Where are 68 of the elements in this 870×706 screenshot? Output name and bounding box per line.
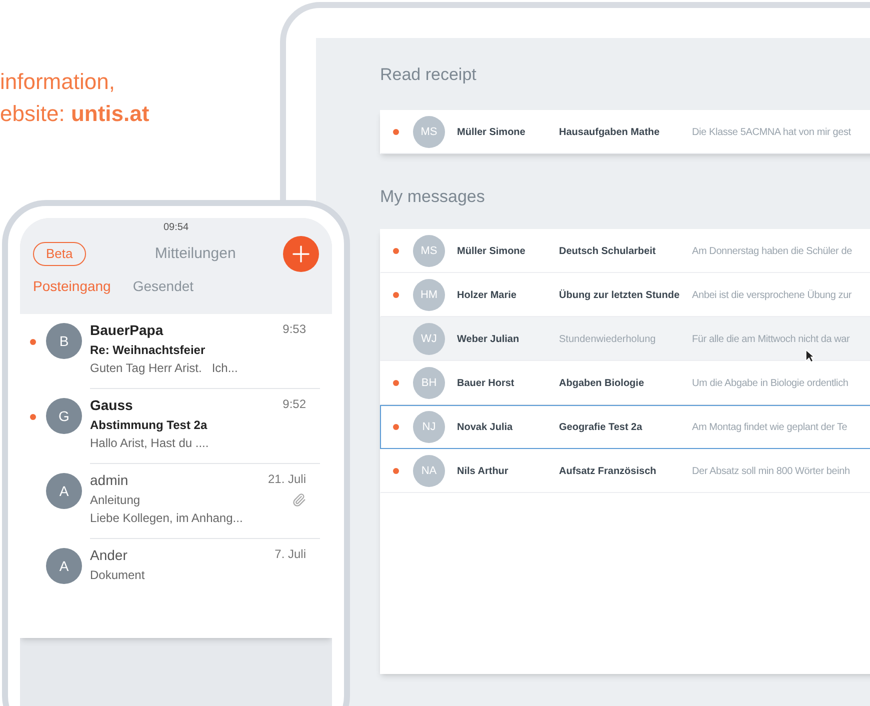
message-subject: Aufsatz Französisch	[559, 464, 658, 478]
screen-title: Mitteilungen	[154, 244, 236, 264]
section-heading: My messages	[380, 186, 486, 208]
mouse-cursor-icon	[805, 349, 815, 363]
message-row[interactable]: BH Bauer Horst Abgaben Biologie Um die Abgabe in Biologie ordentlich	[380, 361, 870, 405]
message-preview: Die Klasse 5ACMNA hat von mir gest	[692, 126, 851, 140]
message-time: 9:52	[282, 396, 306, 413]
avatar: MS	[413, 235, 445, 267]
message-subject: Hausaufgaben Mathe	[559, 126, 661, 140]
message-subject: Abgaben Biologie	[559, 376, 645, 390]
sender-name: Novak Julia	[457, 420, 514, 434]
sender-name: Bauer Horst	[457, 376, 516, 390]
message-item[interactable]: B BauerPapa 9:53 Re: Weihnachtsfeier Guten Tag Herr Arist. Ich...	[20, 314, 332, 389]
message-preview: Hallo Arist, Hast du ....	[90, 435, 210, 452]
message-time: 9:53	[282, 321, 306, 338]
message-subject: Re: Weihnachtsfeier	[90, 342, 206, 359]
message-row[interactable]: MS Müller Simone Hausaufgaben Mathe Die Klasse 5ACMNA hat von mir gest	[380, 110, 870, 154]
message-preview: Am Donnerstag haben die Schüler de	[692, 244, 852, 258]
message-row[interactable]: MS Müller Simone Deutsch Schularbeit Am Donnerstag haben die Schüler de	[380, 229, 870, 273]
message-preview: Guten Tag Herr Arist. Ich...	[90, 360, 239, 377]
avatar: B	[46, 323, 82, 359]
sender-name: Nils Arthur	[457, 464, 510, 478]
avatar: HM	[413, 279, 445, 311]
avatar: A	[46, 548, 82, 584]
sender-name: Gauss	[90, 396, 133, 415]
section-heading: Read receipt	[380, 64, 478, 86]
message-item[interactable]: A admin 21. Juli Anleitung Liebe Kollegen, im Anhang...	[20, 464, 332, 539]
sender-name: Weber Julian	[457, 332, 520, 346]
message-subject: Übung zur letzten Stunde	[559, 288, 681, 302]
message-preview: Der Absatz soll min 800 Wörter beinh	[692, 464, 850, 478]
avatar: G	[46, 398, 82, 434]
message-row[interactable]: NJ Novak Julia Geografie Test 2a Am Montag findet wie geplant der Te	[380, 405, 870, 449]
message-row[interactable]: NA Nils Arthur Aufsatz Französisch Der Absatz soll min 800 Wörter beinh	[380, 449, 870, 493]
sender-name: Müller Simone	[457, 244, 526, 258]
message-subject: Stundenwiederholung	[559, 332, 657, 346]
sender-name: Holzer Marie	[457, 288, 518, 302]
avatar: A	[46, 473, 82, 509]
paperclip-icon	[292, 493, 306, 507]
sender-name: admin	[90, 471, 128, 490]
compose-button[interactable]	[282, 236, 319, 272]
avatar: NJ	[413, 411, 445, 443]
message-subject: Anleitung	[90, 492, 140, 509]
message-item[interactable]: A Ander 7. Juli Dokument	[20, 539, 332, 614]
sender-name: Ander	[90, 546, 128, 565]
avatar: WJ	[413, 323, 445, 355]
message-row[interactable]: HM Holzer Marie Übung zur letzten Stunde Anbei ist die versprochene Übung zur	[380, 273, 870, 317]
message-time: 21. Juli	[268, 471, 306, 488]
beta-badge: Beta	[33, 242, 86, 266]
status-time: 09:54	[162, 221, 190, 235]
headline-text: information,	[0, 68, 116, 96]
headline-text: ebsite: untis.at	[0, 100, 150, 128]
message-subject: Abstimmung Test 2a	[90, 417, 208, 434]
message-preview: Am Montag findet wie geplant der Te	[692, 420, 848, 434]
avatar: NA	[413, 455, 445, 487]
message-subject: Deutsch Schularbeit	[559, 244, 657, 258]
message-preview: Liebe Kollegen, im Anhang...	[90, 510, 244, 527]
message-subject: Geografie Test 2a	[559, 420, 644, 434]
avatar: BH	[413, 367, 445, 399]
sender-name: Müller Simone	[457, 126, 526, 140]
message-item[interactable]: G Gauss 9:52 Abstimmung Test 2a Hallo Arist, Hast du ....	[20, 389, 332, 464]
sender-name: BauerPapa	[90, 321, 164, 340]
avatar: MS	[413, 116, 445, 148]
message-subject: Dokument	[90, 567, 145, 584]
message-preview: Um die Abgabe in Biologie ordentlich	[692, 376, 848, 390]
message-row[interactable]: WJ Weber Julian Stundenwiederholung Für alle die am Mittwoch nicht da war	[380, 317, 870, 361]
message-preview: Für alle die am Mittwoch nicht da war	[692, 332, 850, 346]
message-preview: Anbei ist die versprochene Übung zur	[692, 288, 852, 302]
message-time: 7. Juli	[274, 546, 306, 563]
